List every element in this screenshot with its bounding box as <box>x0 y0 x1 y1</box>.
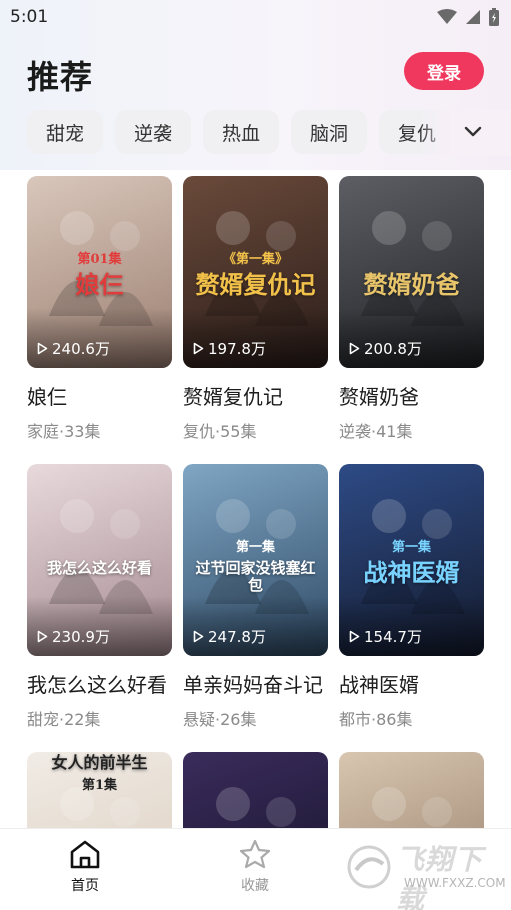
watermark-text: 飞翔下载 <box>396 843 484 910</box>
page-title: 推荐 <box>27 58 94 96</box>
poster-title-art: 赘婿复仇记 <box>195 270 316 299</box>
tag-chip[interactable]: 热血 <box>203 110 279 154</box>
play-count-value: 154.7万 <box>364 628 422 646</box>
poster-episode-label: 第一集 <box>235 540 275 555</box>
play-count-value: 240.6万 <box>52 340 110 358</box>
play-count: 197.8万 <box>193 338 266 359</box>
status-bar: 5:01 <box>0 0 511 34</box>
play-count: 247.8万 <box>193 626 266 647</box>
tab-favorites-label: 收藏 <box>241 878 269 894</box>
watermark-url: WWW.FXXZ.COM <box>404 876 506 890</box>
tags-track: 甜宠 逆袭 热血 脑洞 复仇 <box>27 110 457 154</box>
play-icon <box>37 342 48 355</box>
status-time: 5:01 <box>10 7 49 27</box>
play-count-value: 200.8万 <box>364 340 422 358</box>
poster-title-art: 娘仨 <box>75 270 124 299</box>
expand-tags-button[interactable] <box>458 117 488 147</box>
drama-card[interactable]: 第一集过节回家没钱塞红包 247.8万单亲妈妈奋斗记悬疑·26集 <box>183 464 328 730</box>
category-tags: 甜宠 逆袭 热血 脑洞 复仇 <box>0 110 511 156</box>
play-count: 240.6万 <box>37 338 110 359</box>
drama-poster[interactable]: 第一集战神医婿 154.7万 <box>339 464 484 656</box>
drama-title[interactable]: 娘仨 <box>27 381 172 410</box>
drama-title[interactable]: 赘婿奶爸 <box>339 381 484 410</box>
poster-title-art: 战神医婿 <box>363 558 460 587</box>
drama-title[interactable]: 单亲妈妈奋斗记 <box>183 669 328 698</box>
drama-poster[interactable]: 第一集过节回家没钱塞红包 247.8万 <box>183 464 328 656</box>
drama-poster[interactable]: 《第一集》赘婿复仇记 197.8万 <box>183 176 328 368</box>
poster-title-art: 女人的前半生 <box>51 753 148 772</box>
drama-card[interactable]: 赘婿奶爸 200.8万 赘婿奶爸 逆袭·41集 <box>339 176 484 442</box>
play-icon <box>193 630 204 643</box>
drama-meta: 悬疑·26集 <box>183 710 257 729</box>
drama-title[interactable]: 赘婿复仇记 <box>183 381 328 410</box>
star-icon <box>239 839 271 869</box>
poster-title-art: 赘婿奶爸 <box>363 270 460 299</box>
drama-meta: 甜宠·22集 <box>27 710 101 729</box>
drama-meta: 逆袭·41集 <box>339 422 413 441</box>
battery-icon <box>489 8 499 26</box>
signal-icon <box>466 10 480 24</box>
tag-chip[interactable]: 逆袭 <box>115 110 191 154</box>
drama-meta: 都市·86集 <box>339 710 413 729</box>
tab-favorites[interactable]: 收藏 <box>215 839 295 899</box>
login-button[interactable]: 登录 <box>404 52 484 90</box>
play-icon <box>349 342 360 355</box>
chevron-down-icon <box>464 126 482 137</box>
drama-card[interactable]: 《第一集》 赘婿复仇记 197.8万 赘婿复仇记 复仇·55集 <box>183 176 328 442</box>
tab-home[interactable]: 首页 <box>45 839 125 899</box>
play-count-value: 247.8万 <box>208 628 266 646</box>
play-count: 200.8万 <box>349 338 422 359</box>
poster-episode-label: 《第一集》 <box>222 252 288 267</box>
tag-chip[interactable]: 脑洞 <box>291 110 367 154</box>
drama-title[interactable]: 我怎么这么好看 <box>27 669 172 698</box>
home-icon <box>70 840 100 869</box>
poster-episode-label: 第一集 <box>391 540 431 555</box>
drama-meta: 复仇·55集 <box>183 422 257 441</box>
play-count-value: 197.8万 <box>208 340 266 358</box>
drama-meta: 家庭·33集 <box>27 422 101 441</box>
drama-poster[interactable]: 赘婿奶爸 200.8万 <box>339 176 484 368</box>
poster-episode-label: 第1集 <box>81 778 118 793</box>
drama-card[interactable]: 我怎么这么好看 230.9万 我怎么这么好看 甜宠·22集 <box>27 464 172 730</box>
drama-title[interactable]: 战神医婿 <box>339 669 484 698</box>
poster-episode-label: 第01集 <box>77 252 122 267</box>
play-count: 230.9万 <box>37 626 110 647</box>
play-icon <box>37 630 48 643</box>
watermark-logo-icon <box>347 845 391 889</box>
drama-card[interactable]: 第01集 娘仨 240.6万 娘仨 家庭·33集 <box>27 176 172 442</box>
play-count: 154.7万 <box>349 626 422 647</box>
tag-chip[interactable]: 甜宠 <box>27 110 103 154</box>
wifi-icon <box>437 9 457 24</box>
drama-poster[interactable]: 第01集娘仨 240.6万 <box>27 176 172 368</box>
header: 推荐 登录 <box>0 40 511 104</box>
tab-home-label: 首页 <box>71 878 99 894</box>
play-icon <box>349 630 360 643</box>
poster-title-art: 过节回家没钱塞红包 <box>195 559 316 594</box>
status-icons <box>437 8 499 26</box>
poster-title-art: 我怎么这么好看 <box>46 559 152 577</box>
play-count-value: 230.9万 <box>52 628 110 646</box>
play-icon <box>193 342 204 355</box>
drama-card[interactable]: 第一集 战神医婿 154.7万 战神医婿 都市·86集 <box>339 464 484 730</box>
watermark: 飞翔下载 WWW.FXXZ.COM <box>346 836 506 910</box>
drama-poster[interactable]: 我怎么这么好看 230.9万 <box>27 464 172 656</box>
